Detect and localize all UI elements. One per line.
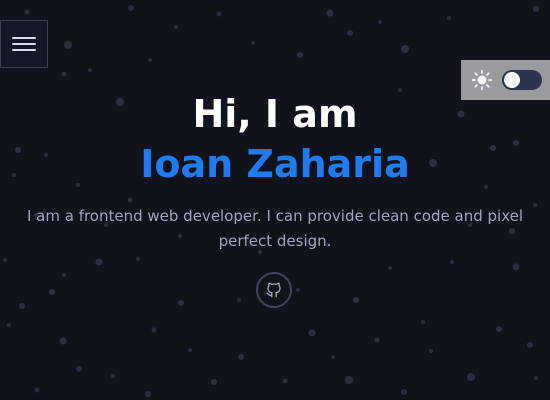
github-icon [266, 282, 281, 298]
theme-switch[interactable] [502, 70, 542, 90]
name-heading: Ioan Zaharia [140, 142, 410, 186]
hero-section: Hi, I am Ioan Zaharia I am a frontend we… [0, 88, 550, 254]
hero-page: Hi, I am Ioan Zaharia I am a frontend we… [0, 0, 550, 400]
hamburger-menu-icon [12, 37, 36, 39]
menu-button[interactable] [0, 20, 48, 68]
hamburger-menu-icon-bar [12, 43, 36, 45]
hamburger-menu-icon-bar [12, 49, 36, 51]
github-link-button[interactable] [256, 272, 292, 308]
theme-switch-knob [504, 72, 520, 88]
greeting-heading: Hi, I am [192, 92, 358, 136]
tagline-text: I am a frontend web developer. I can pro… [26, 207, 524, 250]
